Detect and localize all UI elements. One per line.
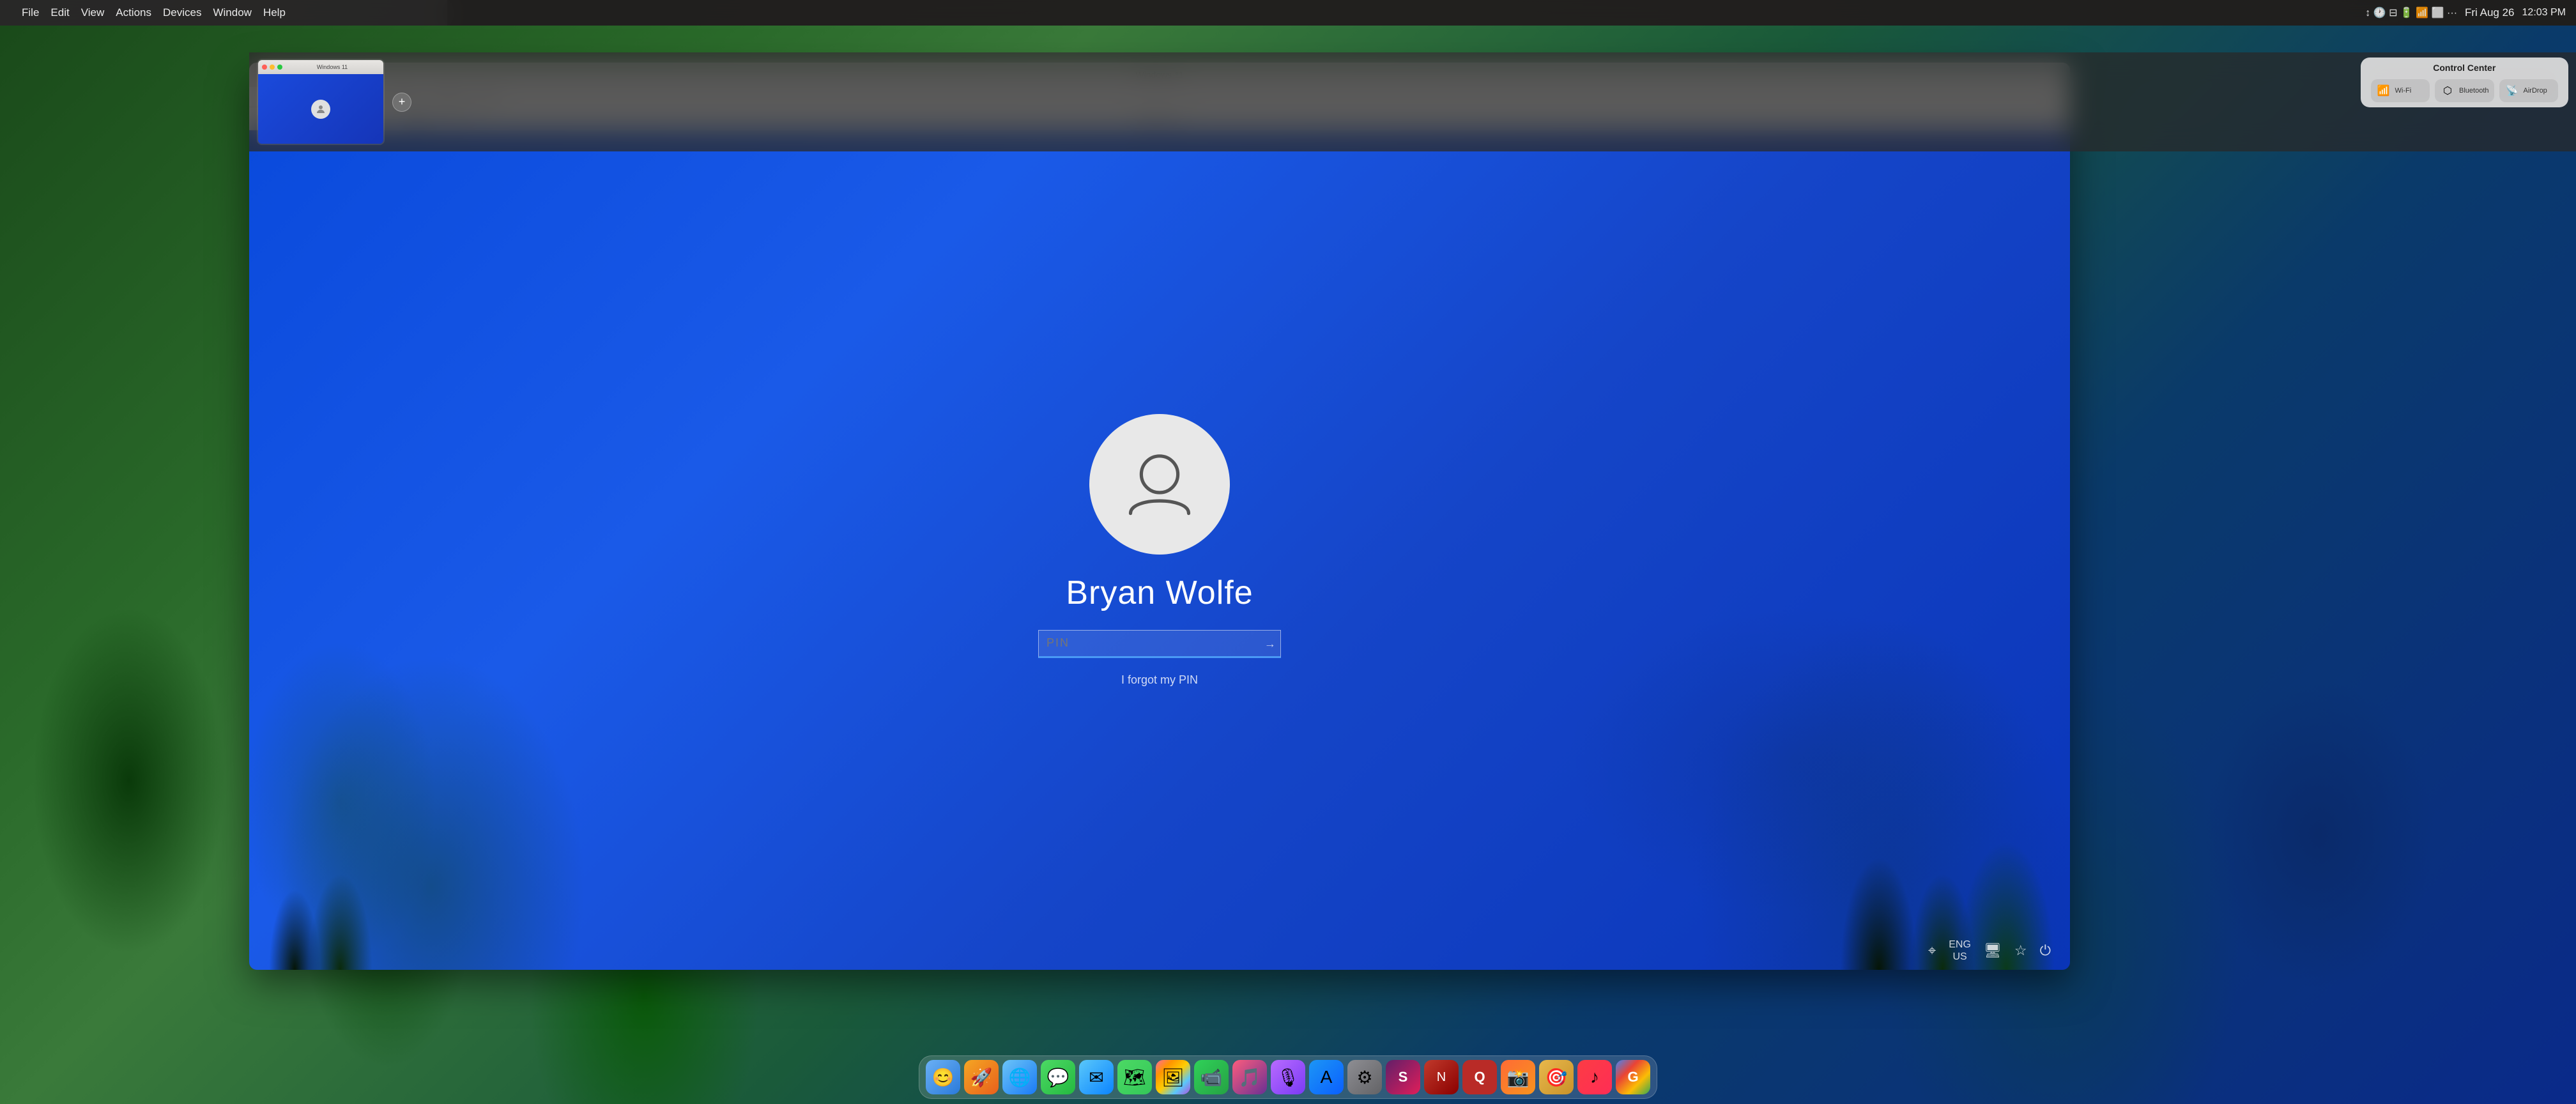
dock-itunes[interactable]: 🎵 [1232, 1060, 1267, 1094]
dock-music[interactable]: ♪ [1577, 1060, 1612, 1094]
menu-help[interactable]: Help [263, 6, 286, 19]
safari-icon: 🌐 [1009, 1067, 1031, 1088]
dock-slack[interactable]: S [1386, 1060, 1420, 1094]
cursor-icon: ⌖ [1928, 942, 1936, 959]
menubar-status-icons: ↕ 🕐 ⊟ 🔋 📶 ⬜ ··· [2365, 6, 2457, 19]
avatar-svg [1118, 443, 1201, 526]
facetime-icon: 📹 [1200, 1067, 1223, 1088]
menu-actions[interactable]: Actions [116, 6, 151, 19]
slack-icon: S [1399, 1069, 1408, 1085]
dock-news[interactable]: N [1424, 1060, 1459, 1094]
pin-submit-arrow[interactable]: → [1264, 637, 1276, 650]
language-indicator: ENGUS [1949, 939, 1971, 963]
menu-view[interactable]: View [81, 6, 105, 19]
mail-icon: ✉ [1089, 1067, 1103, 1088]
thumb-card-win11[interactable]: Windows 11 [257, 59, 385, 145]
dock-google[interactable]: G [1616, 1060, 1650, 1094]
dock-podcasts[interactable]: 🎙 [1271, 1060, 1305, 1094]
menu-devices[interactable]: Devices [163, 6, 201, 19]
music-icon: ♪ [1590, 1067, 1599, 1087]
control-center-grid: 📶 Wi-Fi ⬡ Bluetooth 📡 AirDrop [2371, 79, 2558, 102]
win11-pin-container: → [1038, 630, 1281, 658]
messages-icon: 💬 [1047, 1067, 1070, 1088]
cc-tile-bluetooth[interactable]: ⬡ Bluetooth [2435, 79, 2494, 102]
cc-tile-airdrop[interactable]: 📡 AirDrop [2499, 79, 2558, 102]
cc-wifi-label: Wi-Fi [2395, 87, 2412, 95]
bluetooth-icon: ⬡ [2440, 84, 2455, 97]
menu-window[interactable]: Window [213, 6, 251, 19]
win11-screen: Bryan Wolfe → I forgot my PIN ⌖ ENGUS 🖥 … [249, 130, 2070, 970]
appstore-icon: A [1321, 1067, 1333, 1087]
dock-messages[interactable]: 💬 [1041, 1060, 1075, 1094]
dock-facetime[interactable]: 📹 [1194, 1060, 1229, 1094]
win11-taskbar: ⌖ ENGUS 🖥 ☆ ⏻ [249, 931, 2070, 970]
thumb-card-content [258, 74, 383, 144]
maps-icon: 🗺 [1123, 1067, 1146, 1088]
menu-edit[interactable]: Edit [50, 6, 69, 19]
power-icon[interactable]: ⏻ [2040, 942, 2051, 959]
dock-launchpad[interactable]: 🚀 [964, 1060, 999, 1094]
mac-dock: 😊 🚀 🌐 💬 ✉ 🗺 🖼 📹 🎵 🎙 A [919, 1055, 1657, 1099]
menubar-left: File Edit View Actions Devices Window He… [10, 6, 286, 19]
google-icon: G [1627, 1069, 1638, 1085]
win11-login-panel: Bryan Wolfe → I forgot my PIN [1038, 414, 1281, 687]
wifi-icon: 📶 [2376, 84, 2391, 97]
mac-desktop: Windows 11 + Control Center 📶 Wi-Fi [0, 26, 2576, 1104]
traffic-light-green-thumb [277, 65, 282, 70]
thumbnail-strip: Windows 11 + Control Center 📶 Wi-Fi [249, 52, 2576, 151]
extra1-icon: 🎯 [1545, 1067, 1568, 1088]
cc-airdrop-label: AirDrop [2524, 87, 2547, 95]
user-avatar [1089, 414, 1230, 555]
dock-maps[interactable]: 🗺 [1117, 1060, 1152, 1094]
dock-snagit[interactable]: 📸 [1501, 1060, 1535, 1094]
dock-photos[interactable]: 🖼 [1156, 1060, 1190, 1094]
photos-icon: 🖼 [1162, 1067, 1184, 1088]
macos-menubar: File Edit View Actions Devices Window He… [0, 0, 2576, 26]
win11-username: Bryan Wolfe [1066, 574, 1253, 612]
thumb-card-title: Windows 11 [317, 64, 348, 70]
traffic-light-red-thumb [262, 65, 267, 70]
network-taskbar-icon[interactable]: 🖥 [1984, 942, 2002, 959]
quora-icon: Q [1474, 1069, 1485, 1085]
menubar-date: Fri Aug 26 [2465, 6, 2515, 19]
settings-dock-icon: ⚙ [1356, 1067, 1372, 1088]
news-icon: N [1437, 1070, 1446, 1085]
pin-input[interactable] [1038, 630, 1281, 658]
trees-right [1433, 466, 2071, 970]
forgot-pin-link[interactable]: I forgot my PIN [1121, 673, 1198, 687]
airdrop-icon: 📡 [2504, 84, 2520, 97]
dock-mail[interactable]: ✉ [1079, 1060, 1114, 1094]
dock-quora[interactable]: Q [1462, 1060, 1497, 1094]
virtualbox-window: Windows 11 File Edit View Actions Device… [249, 63, 2070, 970]
dock-extra1[interactable]: 🎯 [1539, 1060, 1574, 1094]
thumb-avatar-icon [311, 100, 330, 119]
control-center-title: Control Center [2371, 63, 2558, 73]
add-window-button[interactable]: + [392, 93, 411, 112]
podcasts-icon: 🎙 [1276, 1067, 1300, 1088]
traffic-light-yellow-thumb [270, 65, 275, 70]
cc-bluetooth-label: Bluetooth [2459, 87, 2488, 95]
thumb-card-titlebar: Windows 11 [258, 60, 383, 74]
accessibility-icon[interactable]: ☆ [2014, 942, 2027, 959]
itunes-icon: 🎵 [1239, 1067, 1261, 1088]
menu-file[interactable]: File [22, 6, 39, 19]
trees-left [249, 550, 705, 970]
launchpad-icon: 🚀 [970, 1067, 993, 1088]
menubar-right: ↕ 🕐 ⊟ 🔋 📶 ⬜ ··· Fri Aug 26 12:03 PM [2365, 6, 2566, 19]
dock-finder[interactable]: 😊 [926, 1060, 960, 1094]
dock-appstore[interactable]: A [1309, 1060, 1344, 1094]
cc-tile-wifi[interactable]: 📶 Wi-Fi [2371, 79, 2430, 102]
snagit-icon: 📸 [1507, 1067, 1529, 1088]
finder-icon: 😊 [932, 1067, 954, 1088]
menubar-clock: 12:03 PM [2522, 7, 2566, 19]
dock-settings[interactable]: ⚙ [1347, 1060, 1382, 1094]
dock-safari[interactable]: 🌐 [1002, 1060, 1037, 1094]
